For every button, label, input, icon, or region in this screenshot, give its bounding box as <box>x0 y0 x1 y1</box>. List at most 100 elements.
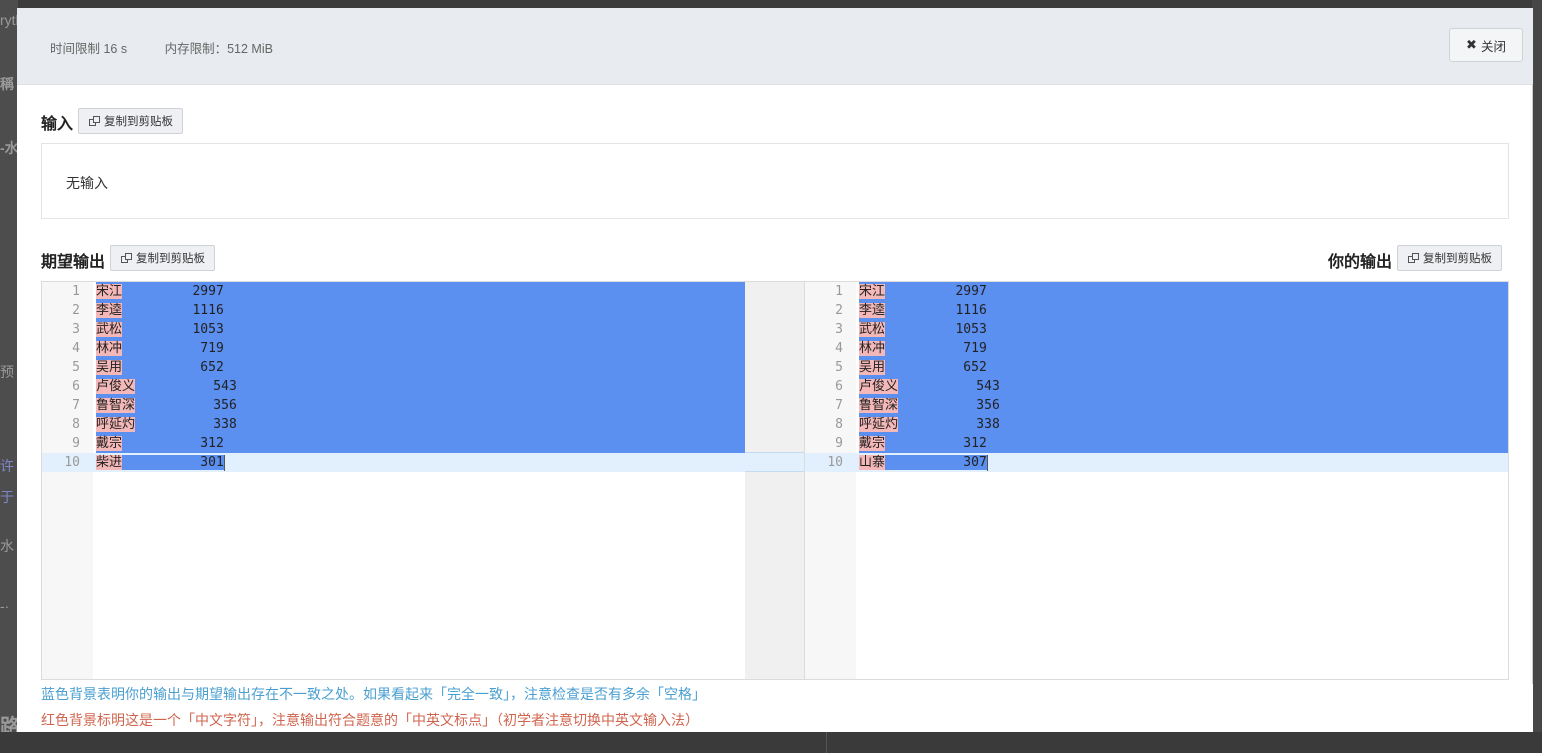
blue-background-note: 蓝色背景表明你的输出与期望输出存在不一致之处。如果看起来「完全一致」，注意检查是… <box>41 686 706 702</box>
padding-spaces <box>122 341 200 356</box>
line-content: 呼延灼 338 <box>859 415 1000 434</box>
line-number: 2 <box>72 303 80 318</box>
diff-line: 2 李逵 1116 <box>805 301 1508 320</box>
score-cell: 652 <box>885 360 987 375</box>
score-value: 1053 <box>955 322 987 337</box>
diff-line: 8 呼延灼 338 <box>805 415 1508 434</box>
close-icon: ✖ <box>1466 37 1477 52</box>
line-content: 李逵 1116 <box>859 301 987 320</box>
diff-line: 3 武松 1053 <box>42 320 745 339</box>
text-cursor <box>223 454 225 471</box>
diff-line: 1 宋江 2997 <box>42 282 745 301</box>
diff-line: 7 鲁智深 356 <box>42 396 745 415</box>
padding-spaces <box>122 322 192 337</box>
close-button[interactable]: ✖ 关闭 <box>1449 28 1523 62</box>
line-number: 1 <box>72 284 80 299</box>
diff-line: 4 林冲 719 <box>805 339 1508 358</box>
line-content: 呼延灼 338 <box>96 415 237 434</box>
score-value: 338 <box>213 417 237 432</box>
line-number: 6 <box>72 379 80 394</box>
padding-spaces <box>885 341 963 356</box>
padding-spaces <box>885 322 955 337</box>
score-cell: 307 <box>885 455 987 470</box>
copy-icon <box>121 252 132 264</box>
score-cell: 1116 <box>885 303 987 318</box>
input-box: 无输入 <box>41 143 1509 219</box>
line-number: 5 <box>835 360 843 375</box>
cjk-name: 吴用 <box>96 360 123 375</box>
score-value: 652 <box>963 360 987 375</box>
cjk-name: 林冲 <box>859 341 886 356</box>
memory-limit: 内存限制：512 MiB <box>164 42 273 56</box>
padding-spaces <box>885 303 955 318</box>
score-cell: 2997 <box>885 284 987 299</box>
cjk-name: 宋江 <box>859 284 886 299</box>
line-number: 6 <box>835 379 843 394</box>
diff-modal: 时间限制 16 s 内存限制：512 MiB ✖ 关闭 输入 复制到剪贴板 无输… <box>17 8 1533 732</box>
cjk-name: 林冲 <box>96 341 123 356</box>
diff-line: 5 吴用 652 <box>42 358 745 377</box>
line-content: 卢俊义 543 <box>859 377 1000 396</box>
score-value: 356 <box>976 398 1000 413</box>
cjk-name: 鲁智深 <box>96 398 136 413</box>
cjk-name: 宋江 <box>96 284 123 299</box>
cjk-name: 李逵 <box>859 303 886 318</box>
red-background-note: 红色背景标明这是一个「中文字符」，注意输出符合题意的「中英文标点」（初学者注意切… <box>41 712 699 728</box>
score-cell: 652 <box>122 360 223 375</box>
your-output-diff[interactable]: 1 宋江 2997 2 李逵 1116 3 武松 1053 4 林冲 719 5 吴用 652 6 卢… <box>804 281 1509 680</box>
score-cell: 301 <box>122 455 224 470</box>
diff-line: 6 卢俊义 543 <box>42 377 745 396</box>
cjk-name: 卢俊义 <box>96 379 136 394</box>
line-number: 9 <box>72 436 80 451</box>
score-cell: 338 <box>898 417 999 432</box>
diff-line: 4 林冲 719 <box>42 339 745 358</box>
line-number: 9 <box>835 436 843 451</box>
your-output-title: 你的输出 <box>1328 254 1393 271</box>
line-number: 1 <box>835 284 843 299</box>
expected-output-diff[interactable]: 1 宋江 2997 2 李逵 1116 3 武松 1053 4 林冲 719 5 吴用 652 6 卢… <box>41 281 746 680</box>
score-cell: 719 <box>885 341 986 356</box>
score-value: 2997 <box>192 284 224 299</box>
score-value: 543 <box>976 379 1000 394</box>
cjk-name: 武松 <box>96 322 123 337</box>
line-number: 2 <box>835 303 843 318</box>
copy-input-button[interactable]: 复制到剪贴板 <box>78 108 183 134</box>
line-number: 3 <box>72 322 80 337</box>
line-number: 10 <box>827 455 843 470</box>
copy-expected-button[interactable]: 复制到剪贴板 <box>110 245 215 271</box>
diff-line: 3 武松 1053 <box>805 320 1508 339</box>
input-content: 无输入 <box>66 175 108 191</box>
line-number: 10 <box>64 455 80 470</box>
score-cell: 312 <box>885 436 987 451</box>
line-content: 吴用 652 <box>96 358 224 377</box>
score-cell: 2997 <box>122 284 224 299</box>
background-right-edge <box>1532 0 1542 753</box>
score-value: 312 <box>963 436 987 451</box>
modal-scrollbar[interactable] <box>1532 84 1533 684</box>
score-cell: 1116 <box>122 303 224 318</box>
cjk-name: 鲁智深 <box>859 398 899 413</box>
score-value: 2997 <box>955 284 987 299</box>
line-content: 宋江 2997 <box>859 282 987 301</box>
padding-spaces <box>885 360 963 375</box>
line-content: 卢俊义 543 <box>96 377 237 396</box>
background-page-fragments: rytl 稱 -水 预 许 于 水 -· 路 <box>0 0 18 753</box>
cjk-name: 卢俊义 <box>859 379 899 394</box>
score-value: 356 <box>213 398 237 413</box>
input-title: 输入 <box>41 116 74 133</box>
score-value: 301 <box>200 455 224 470</box>
score-value: 1116 <box>192 303 224 318</box>
diff-line: 5 吴用 652 <box>805 358 1508 377</box>
line-number: 8 <box>835 417 843 432</box>
score-value: 719 <box>200 341 224 356</box>
score-value: 1116 <box>955 303 987 318</box>
score-cell: 543 <box>135 379 236 394</box>
score-cell: 312 <box>122 436 223 451</box>
copy-your-output-button[interactable]: 复制到剪贴板 <box>1397 245 1502 271</box>
cjk-name: 山寨 <box>859 455 886 470</box>
padding-spaces <box>135 379 213 394</box>
padding-spaces <box>135 398 213 413</box>
limits: 时间限制 16 s 内存限制：512 MiB <box>50 38 307 57</box>
line-number: 4 <box>835 341 843 356</box>
diff-line: 10 柴进 301 <box>42 453 745 472</box>
